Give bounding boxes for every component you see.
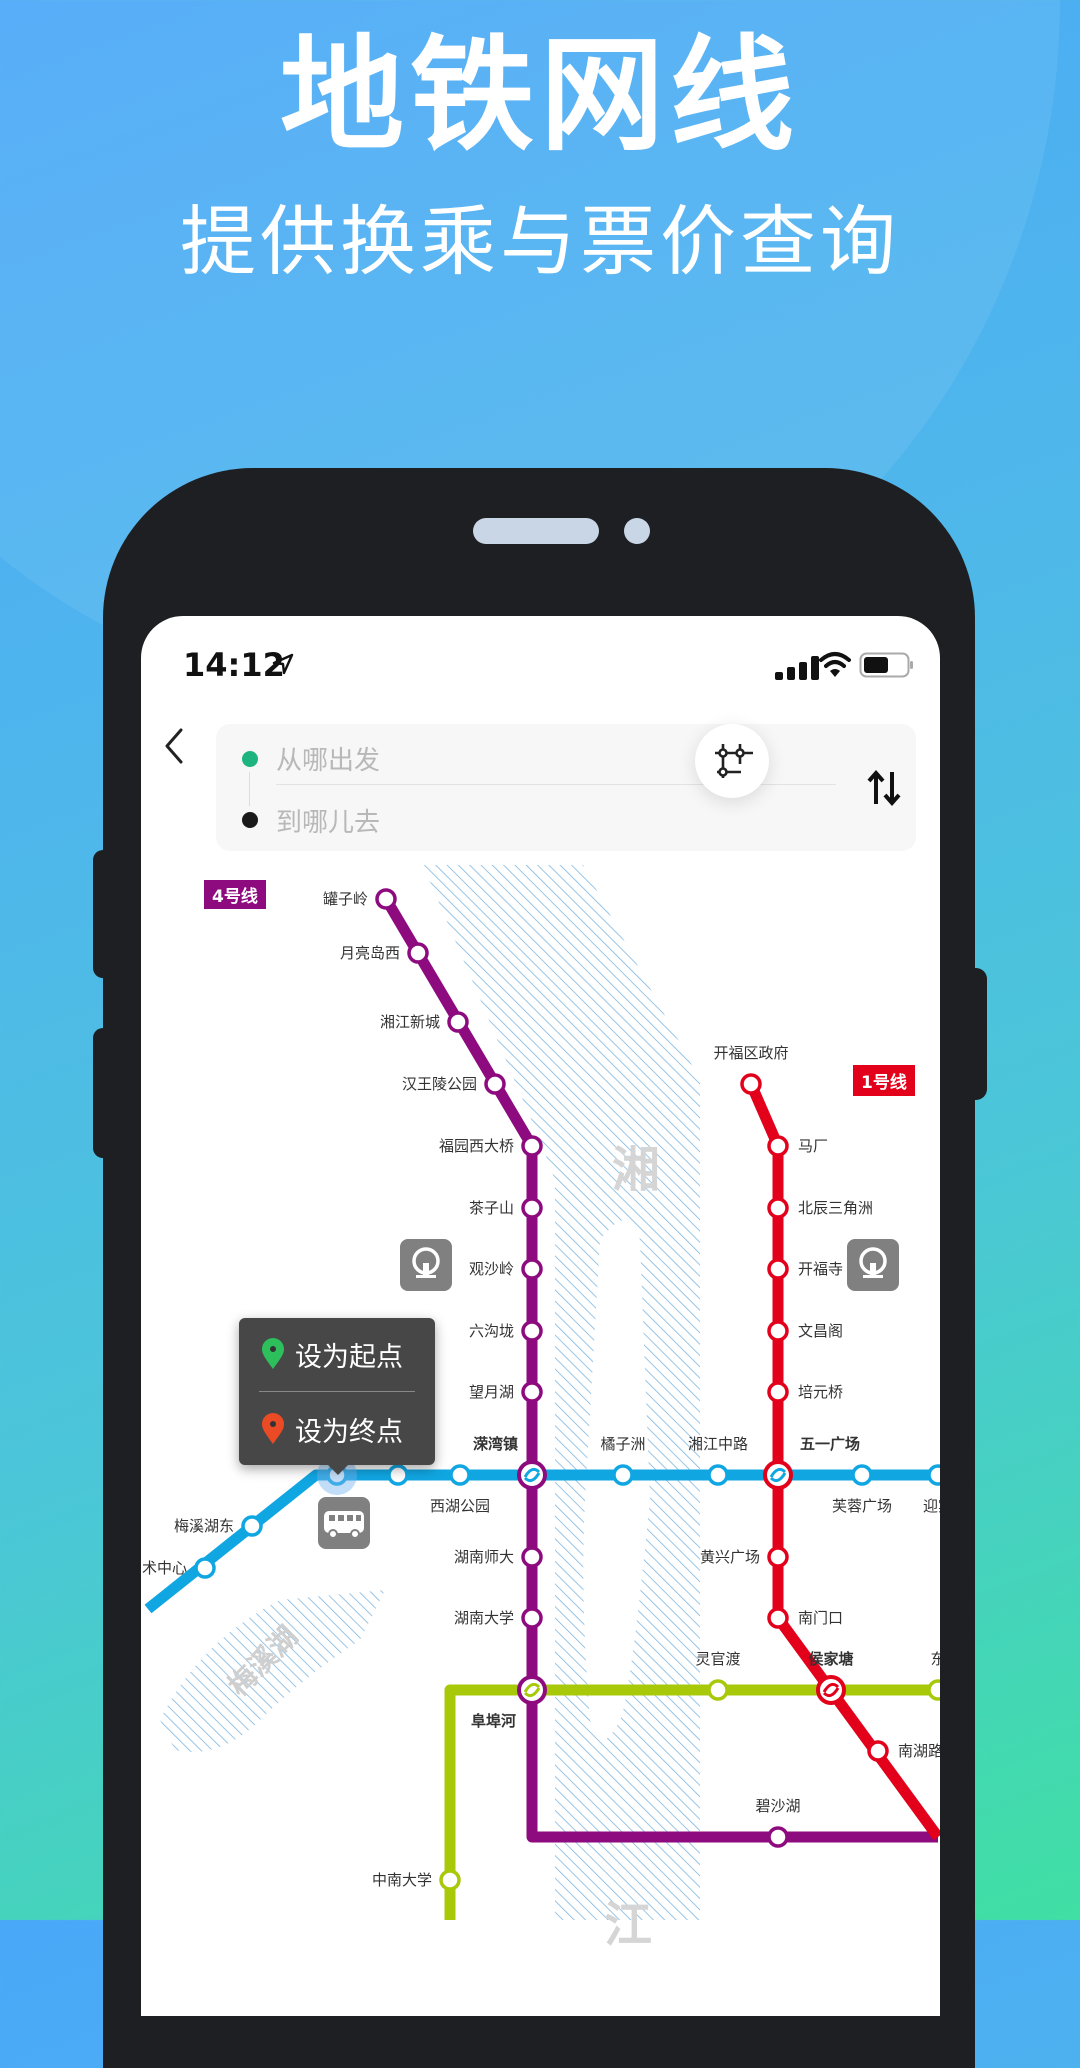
red-pin-icon <box>262 1413 284 1444</box>
from-input[interactable]: 从哪出发 <box>276 740 380 777</box>
to-input[interactable]: 到哪儿去 <box>276 802 380 839</box>
battery-icon <box>859 652 913 678</box>
line4-badge[interactable]: 4号线 <box>204 880 266 909</box>
set-end-button[interactable]: 设为终点 <box>239 1393 435 1465</box>
railway-station-icon <box>859 1247 887 1278</box>
phone-camera <box>624 518 650 544</box>
end-dot-icon <box>242 812 258 828</box>
layers-button[interactable] <box>695 724 769 798</box>
set-start-button[interactable]: 设为起点 <box>239 1318 435 1390</box>
wifi-icon <box>819 652 851 677</box>
route-search-box: 从哪出发 到哪儿去 <box>216 724 916 851</box>
status-time: 14:12 <box>183 646 285 684</box>
station-action-popup: 设为起点 设为终点 <box>239 1318 435 1465</box>
green-pin-icon <box>262 1338 284 1369</box>
start-dot-icon <box>242 751 258 767</box>
popup-divider <box>259 1391 415 1392</box>
back-button[interactable] <box>159 726 189 766</box>
river-label-xiang: 湘 <box>612 1142 661 1198</box>
hero-title: 地铁网线 <box>279 24 800 168</box>
connector-line <box>249 772 250 806</box>
hero-subtitle: 提供换乘与票价查询 <box>180 197 900 286</box>
railway-station-poi[interactable] <box>847 1239 899 1291</box>
set-end-label: 设为终点 <box>295 1416 403 1448</box>
line1-badge[interactable]: 1号线 <box>853 1065 915 1096</box>
railway-station-icon <box>412 1247 440 1278</box>
set-start-label: 设为起点 <box>295 1341 403 1373</box>
phone-speaker <box>473 518 599 544</box>
location-arrow-icon <box>272 653 294 675</box>
app-screen: 14:12 从哪出发 到哪儿去 <box>141 616 940 2016</box>
popup-caret <box>328 1465 348 1475</box>
bus-station-poi[interactable] <box>318 1497 370 1549</box>
railway-station-poi[interactable] <box>400 1239 452 1291</box>
bus-icon <box>324 1511 364 1539</box>
crop-layers-icon <box>715 744 753 778</box>
river-label-jiang: 江 <box>604 1897 653 1953</box>
swap-button[interactable] <box>864 768 904 808</box>
